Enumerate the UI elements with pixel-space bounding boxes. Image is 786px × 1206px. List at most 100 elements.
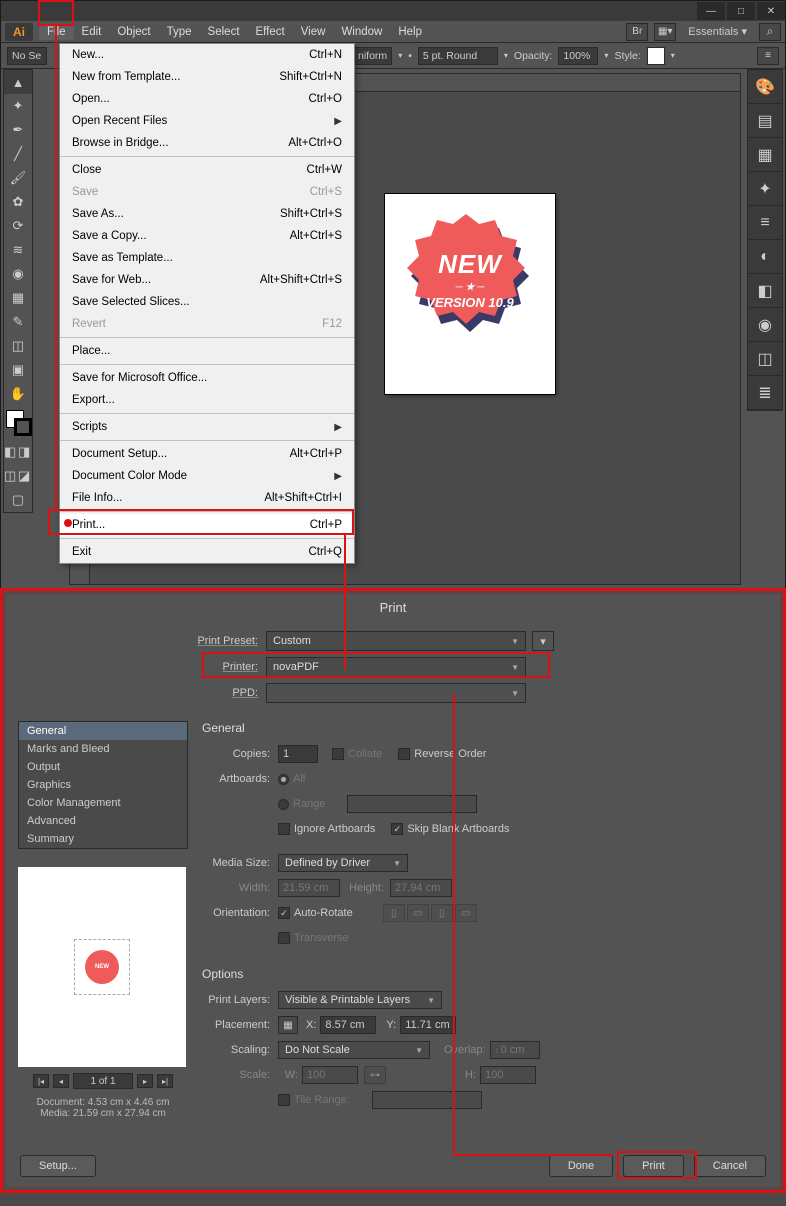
category-advanced[interactable]: Advanced <box>19 812 187 830</box>
style-swatch[interactable] <box>647 47 665 65</box>
selection-tool-icon[interactable]: ▲ <box>4 70 32 94</box>
file-menu-new[interactable]: New...Ctrl+N <box>60 44 354 66</box>
menu-object[interactable]: Object <box>109 24 158 40</box>
category-general[interactable]: General <box>19 722 187 740</box>
print-preset-label: Print Preset: <box>6 635 266 647</box>
layers-panel-icon[interactable]: ≣ <box>748 376 782 410</box>
file-menu-save-a-copy[interactable]: Save a Copy...Alt+Ctrl+S <box>60 225 354 247</box>
paintbrush-tool-icon[interactable]: 🖌 <box>4 166 32 190</box>
category-output[interactable]: Output <box>19 758 187 776</box>
transparency-panel-icon[interactable]: ◧ <box>748 274 782 308</box>
color-panel-icon[interactable]: 🎨 <box>748 70 782 104</box>
print-preset-select[interactable]: Custom▼ <box>266 631 526 651</box>
pager-prev-icon[interactable]: ◂ <box>53 1074 69 1088</box>
file-menu-save-for-web[interactable]: Save for Web...Alt+Shift+Ctrl+S <box>60 269 354 291</box>
file-menu-document-setup[interactable]: Document Setup...Alt+Ctrl+P <box>60 443 354 465</box>
file-menu-document-color-mode[interactable]: Document Color Mode▶ <box>60 465 354 487</box>
artboard-tool-icon[interactable]: ▣ <box>4 358 32 382</box>
line-tool-icon[interactable]: ╱ <box>4 142 32 166</box>
category-color-management[interactable]: Color Management <box>19 794 187 812</box>
menu-help[interactable]: Help <box>390 24 430 40</box>
menu-select[interactable]: Select <box>200 24 248 40</box>
close-button[interactable]: ✕ <box>757 2 785 20</box>
file-menu-save-selected-slices[interactable]: Save Selected Slices... <box>60 291 354 313</box>
printer-select[interactable]: novaPDF▼ <box>266 657 526 677</box>
appearance-panel-icon[interactable]: ◉ <box>748 308 782 342</box>
file-menu-save-as[interactable]: Save As...Shift+Ctrl+S <box>60 203 354 225</box>
file-menu-export[interactable]: Export... <box>60 389 354 411</box>
panel-menu-icon[interactable]: ≡ <box>757 47 779 65</box>
pager-first-icon[interactable]: |◂ <box>33 1074 49 1088</box>
reverse-order-checkbox[interactable] <box>398 748 410 760</box>
scaling-select[interactable]: Do Not Scale▼ <box>278 1041 430 1059</box>
stroke-uniform[interactable]: niform <box>353 47 392 65</box>
maximize-button[interactable]: □ <box>727 2 755 20</box>
menu-effect[interactable]: Effect <box>248 24 293 40</box>
color-mode-icons[interactable]: ◧◨ <box>4 440 32 464</box>
file-menu-open[interactable]: Open...Ctrl+O <box>60 88 354 110</box>
file-menu-save-as-template[interactable]: Save as Template... <box>60 247 354 269</box>
gradient-panel-icon[interactable]: ◐ <box>748 240 782 274</box>
file-menu-open-recent-files[interactable]: Open Recent Files▶ <box>60 110 354 132</box>
symbol-sprayer-tool-icon[interactable]: ◫ <box>4 334 32 358</box>
mesh-tool-icon[interactable]: ▦ <box>4 286 32 310</box>
media-size-select[interactable]: Defined by Driver▼ <box>278 854 408 872</box>
search-icon[interactable]: ⌕ <box>759 23 781 41</box>
done-button[interactable]: Done <box>549 1155 613 1177</box>
symbols-panel-icon[interactable]: ✦ <box>748 172 782 206</box>
graphic-styles-panel-icon[interactable]: ◫ <box>748 342 782 376</box>
placement-grid-icon[interactable]: ▦ <box>278 1016 298 1034</box>
arrange-button[interactable]: ▦▾ <box>654 23 676 41</box>
width-tool-icon[interactable]: ≋ <box>4 238 32 262</box>
file-menu-save-for-microsoft-office[interactable]: Save for Microsoft Office... <box>60 367 354 389</box>
fill-stroke-swatch[interactable] <box>4 410 32 440</box>
skip-blank-checkbox[interactable] <box>391 823 403 835</box>
file-menu-file-info[interactable]: File Info...Alt+Shift+Ctrl+I <box>60 487 354 509</box>
cancel-button[interactable]: Cancel <box>694 1155 766 1177</box>
copies-field[interactable]: 1 <box>278 745 318 763</box>
pager-field[interactable]: 1 of 1 <box>73 1073 133 1089</box>
x-field[interactable]: 8.57 cm <box>320 1016 376 1034</box>
menu-edit[interactable]: Edit <box>74 24 110 40</box>
blob-brush-tool-icon[interactable]: ✿ <box>4 190 32 214</box>
file-menu-scripts[interactable]: Scripts▶ <box>60 416 354 438</box>
magic-wand-tool-icon[interactable]: ✦ <box>4 94 32 118</box>
save-preset-icon[interactable]: ▾ <box>532 631 554 651</box>
file-menu-print[interactable]: Print...Ctrl+P <box>60 514 354 536</box>
setup-button[interactable]: Setup... <box>20 1155 96 1177</box>
artboards-label: Artboards: <box>202 773 278 785</box>
pen-tool-icon[interactable]: ✒ <box>4 118 32 142</box>
print-button[interactable]: Print <box>623 1155 684 1177</box>
file-menu-exit[interactable]: ExitCtrl+Q <box>60 541 354 563</box>
workspace-switcher[interactable]: Essentials ▾ <box>682 23 753 40</box>
stroke-panel-icon[interactable]: ≡ <box>748 206 782 240</box>
file-menu-close[interactable]: CloseCtrl+W <box>60 159 354 181</box>
pager-next-icon[interactable]: ▸ <box>137 1074 153 1088</box>
ignore-artboards-checkbox[interactable] <box>278 823 290 835</box>
pager-last-icon[interactable]: ▸| <box>157 1074 173 1088</box>
eyedropper-tool-icon[interactable]: ✎ <box>4 310 32 334</box>
brush-select[interactable]: 5 pt. Round <box>418 47 498 65</box>
category-summary[interactable]: Summary <box>19 830 187 848</box>
screen-mode-icon[interactable]: ▢ <box>4 488 32 512</box>
swatches-panel-icon[interactable]: ▤ <box>748 104 782 138</box>
menu-type[interactable]: Type <box>159 24 200 40</box>
print-layers-select[interactable]: Visible & Printable Layers▼ <box>278 991 442 1009</box>
y-field[interactable]: 11.71 cm <box>400 1016 456 1034</box>
menu-view[interactable]: View <box>293 24 334 40</box>
file-menu-new-from-template[interactable]: New from Template...Shift+Ctrl+N <box>60 66 354 88</box>
brushes-panel-icon[interactable]: ▦ <box>748 138 782 172</box>
drawing-mode-icons[interactable]: ◫◪ <box>4 464 32 488</box>
auto-rotate-checkbox[interactable] <box>278 907 290 919</box>
category-graphics[interactable]: Graphics <box>19 776 187 794</box>
bridge-button[interactable]: Br <box>626 23 648 41</box>
file-menu-place[interactable]: Place... <box>60 340 354 362</box>
opacity-field[interactable]: 100% <box>558 47 598 65</box>
menu-window[interactable]: Window <box>333 24 390 40</box>
rotate-tool-icon[interactable]: ⟳ <box>4 214 32 238</box>
minimize-button[interactable]: — <box>697 2 725 20</box>
file-menu-browse-in-bridge[interactable]: Browse in Bridge...Alt+Ctrl+O <box>60 132 354 154</box>
hand-tool-icon[interactable]: ✋ <box>4 382 32 406</box>
shape-builder-tool-icon[interactable]: ◉ <box>4 262 32 286</box>
category-marks-and-bleed[interactable]: Marks and Bleed <box>19 740 187 758</box>
